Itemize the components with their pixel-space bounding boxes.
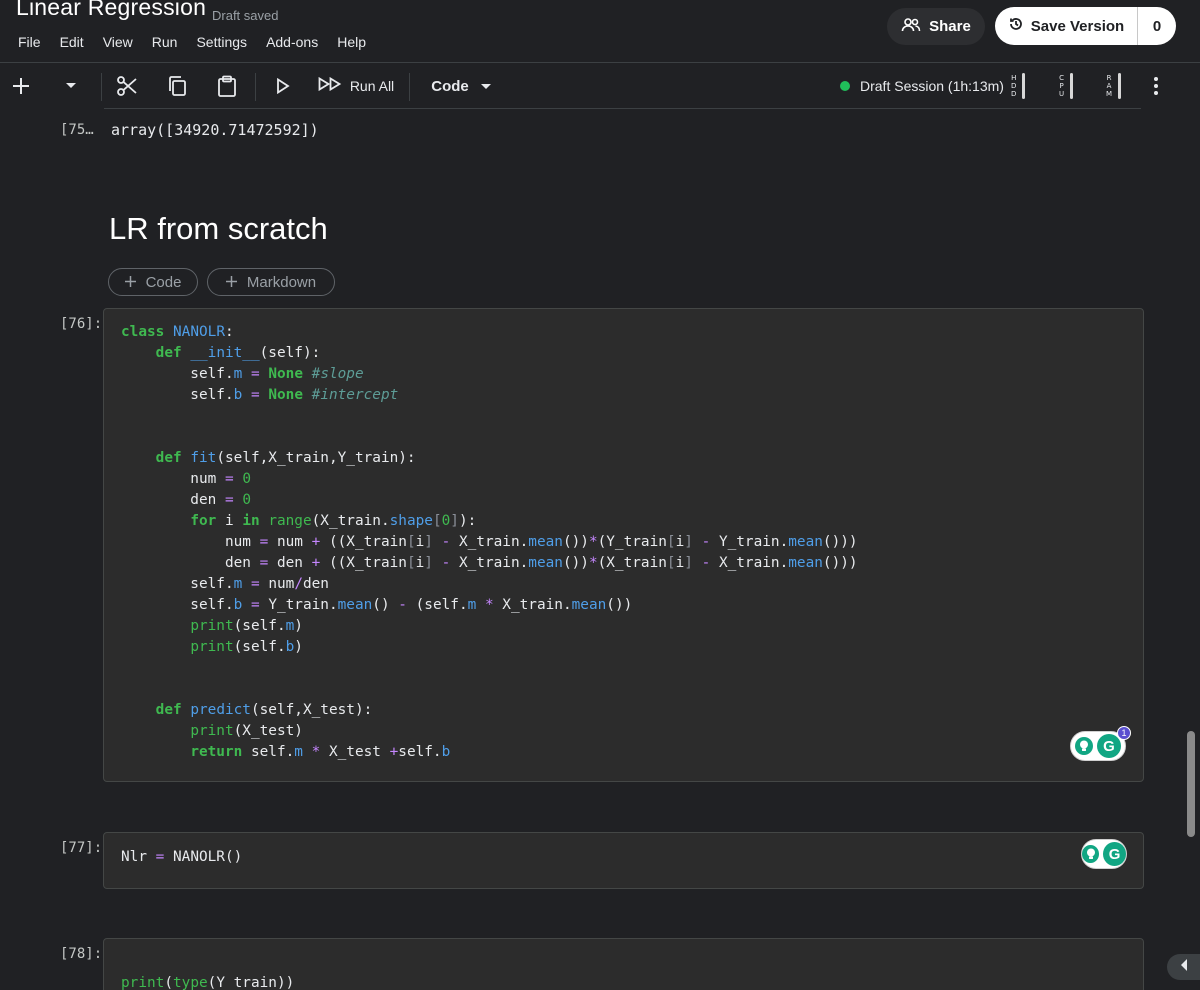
cpu-meter[interactable]: C P U [1059,70,1074,102]
cpu-meter-label: C P U [1059,74,1064,98]
run-all-label: Run All [349,78,395,94]
run-cell-icon[interactable] [272,63,294,109]
meter-letter: M [1106,90,1113,98]
meter-letter: A [1106,82,1112,90]
meter-letter: D [1011,90,1017,98]
grammarly-logo-icon: G [1103,842,1126,866]
grammarly-widget[interactable]: G [1081,839,1127,869]
toolbar-divider [255,73,256,101]
grammarly-logo-icon: G [1097,734,1121,758]
meter-letter: H [1011,74,1017,82]
ram-meter[interactable]: R A M [1106,70,1122,102]
chevron-down-icon [480,77,491,95]
fast-forward-icon [318,76,342,96]
add-code-label: Code [145,273,182,291]
cell-75-output: array([34920.71472592]) [111,121,319,139]
cpu-meter-bar [1070,73,1074,99]
meter-letter: D [1011,82,1017,90]
session-status[interactable]: Draft Session (1h:13m) [840,63,1004,109]
expand-panel-button[interactable] [1167,954,1200,980]
share-label: Share [929,18,971,35]
plus-icon [124,274,136,291]
add-code-button[interactable]: Code [108,268,198,296]
save-version-label: Save Version [1030,17,1125,35]
vertical-scrollbar[interactable] [1187,731,1195,837]
save-version-button[interactable]: Save Version [995,7,1138,45]
menu-run[interactable]: Run [152,34,178,50]
code-cell-77[interactable]: Nlr = NANOLR() G [103,832,1144,889]
cut-icon[interactable] [114,63,140,109]
notebook-toolbar: Run All Code Draft Session (1h:13m) H D … [0,63,1200,109]
meter-letter: P [1059,82,1064,90]
lightbulb-icon [1082,845,1100,863]
ram-meter-bar [1118,73,1122,99]
toolbar-underline [104,108,1141,109]
plus-icon [225,274,237,291]
copy-icon[interactable] [164,63,190,109]
cell-type-select[interactable]: Code [428,63,494,109]
menu-settings[interactable]: Settings [196,34,247,50]
session-label: Draft Session (1h:13m) [860,78,1004,94]
toolbar-divider [101,73,102,101]
hdd-meter-label: H D D [1011,74,1016,98]
meter-letter: R [1106,74,1112,82]
grammarly-badge: 1 [1117,726,1131,740]
people-icon [901,17,921,37]
history-icon [1008,16,1024,36]
menu-add-ons[interactable]: Add-ons [266,34,318,50]
code-editor[interactable]: class NANOLR: def __init__(self): self.m… [121,322,858,763]
cell-78-prompt: [78]: [60,946,103,962]
hdd-meter[interactable]: H D D [1011,70,1026,102]
menu-help[interactable]: Help [337,34,366,50]
menu-edit[interactable]: Edit [60,34,84,50]
save-status: Draft saved [212,8,279,23]
save-version-group: Save Version 0 [995,7,1176,45]
menu-file[interactable]: File [18,34,41,50]
more-vert-icon[interactable] [1146,63,1166,109]
code-editor[interactable]: Nlr = NANOLR() [121,847,242,868]
add-markdown-label: Markdown [246,273,317,291]
chevron-down-icon[interactable] [62,63,80,109]
meter-letter: U [1059,90,1065,98]
cell-type-value: Code [431,77,469,95]
code-cell-78[interactable]: print(type(Y_train)) [103,938,1144,990]
notebook-title[interactable]: Linear Regression [16,0,206,21]
ram-meter-label: R A M [1106,74,1112,98]
markdown-heading[interactable]: LR from scratch [109,211,328,247]
paste-icon[interactable] [214,63,240,109]
grammarly-widget[interactable]: G 1 [1070,726,1131,761]
add-cell-icon[interactable] [8,63,34,109]
code-editor[interactable]: print(type(Y_train)) [121,973,294,990]
chevron-left-icon [1180,958,1188,976]
version-count-button[interactable]: 0 [1138,18,1176,35]
add-markdown-button[interactable]: Markdown [207,268,335,296]
hdd-meter-bar [1022,73,1026,99]
cell-77-prompt: [77]: [60,840,103,856]
menu-view[interactable]: View [103,34,133,50]
lightbulb-icon [1075,737,1093,755]
run-all-button[interactable]: Run All [316,63,396,109]
meter-letter: C [1059,74,1064,82]
cell-75-prompt: [75… [60,122,94,138]
share-button[interactable]: Share [887,8,985,45]
code-cell-76[interactable]: class NANOLR: def __init__(self): self.m… [103,308,1144,782]
session-status-dot [840,81,850,91]
cell-76-prompt: [76]: [60,316,103,332]
toolbar-divider [409,73,410,101]
menu-bar: File Edit View Run Settings Add-ons Help [18,34,385,50]
